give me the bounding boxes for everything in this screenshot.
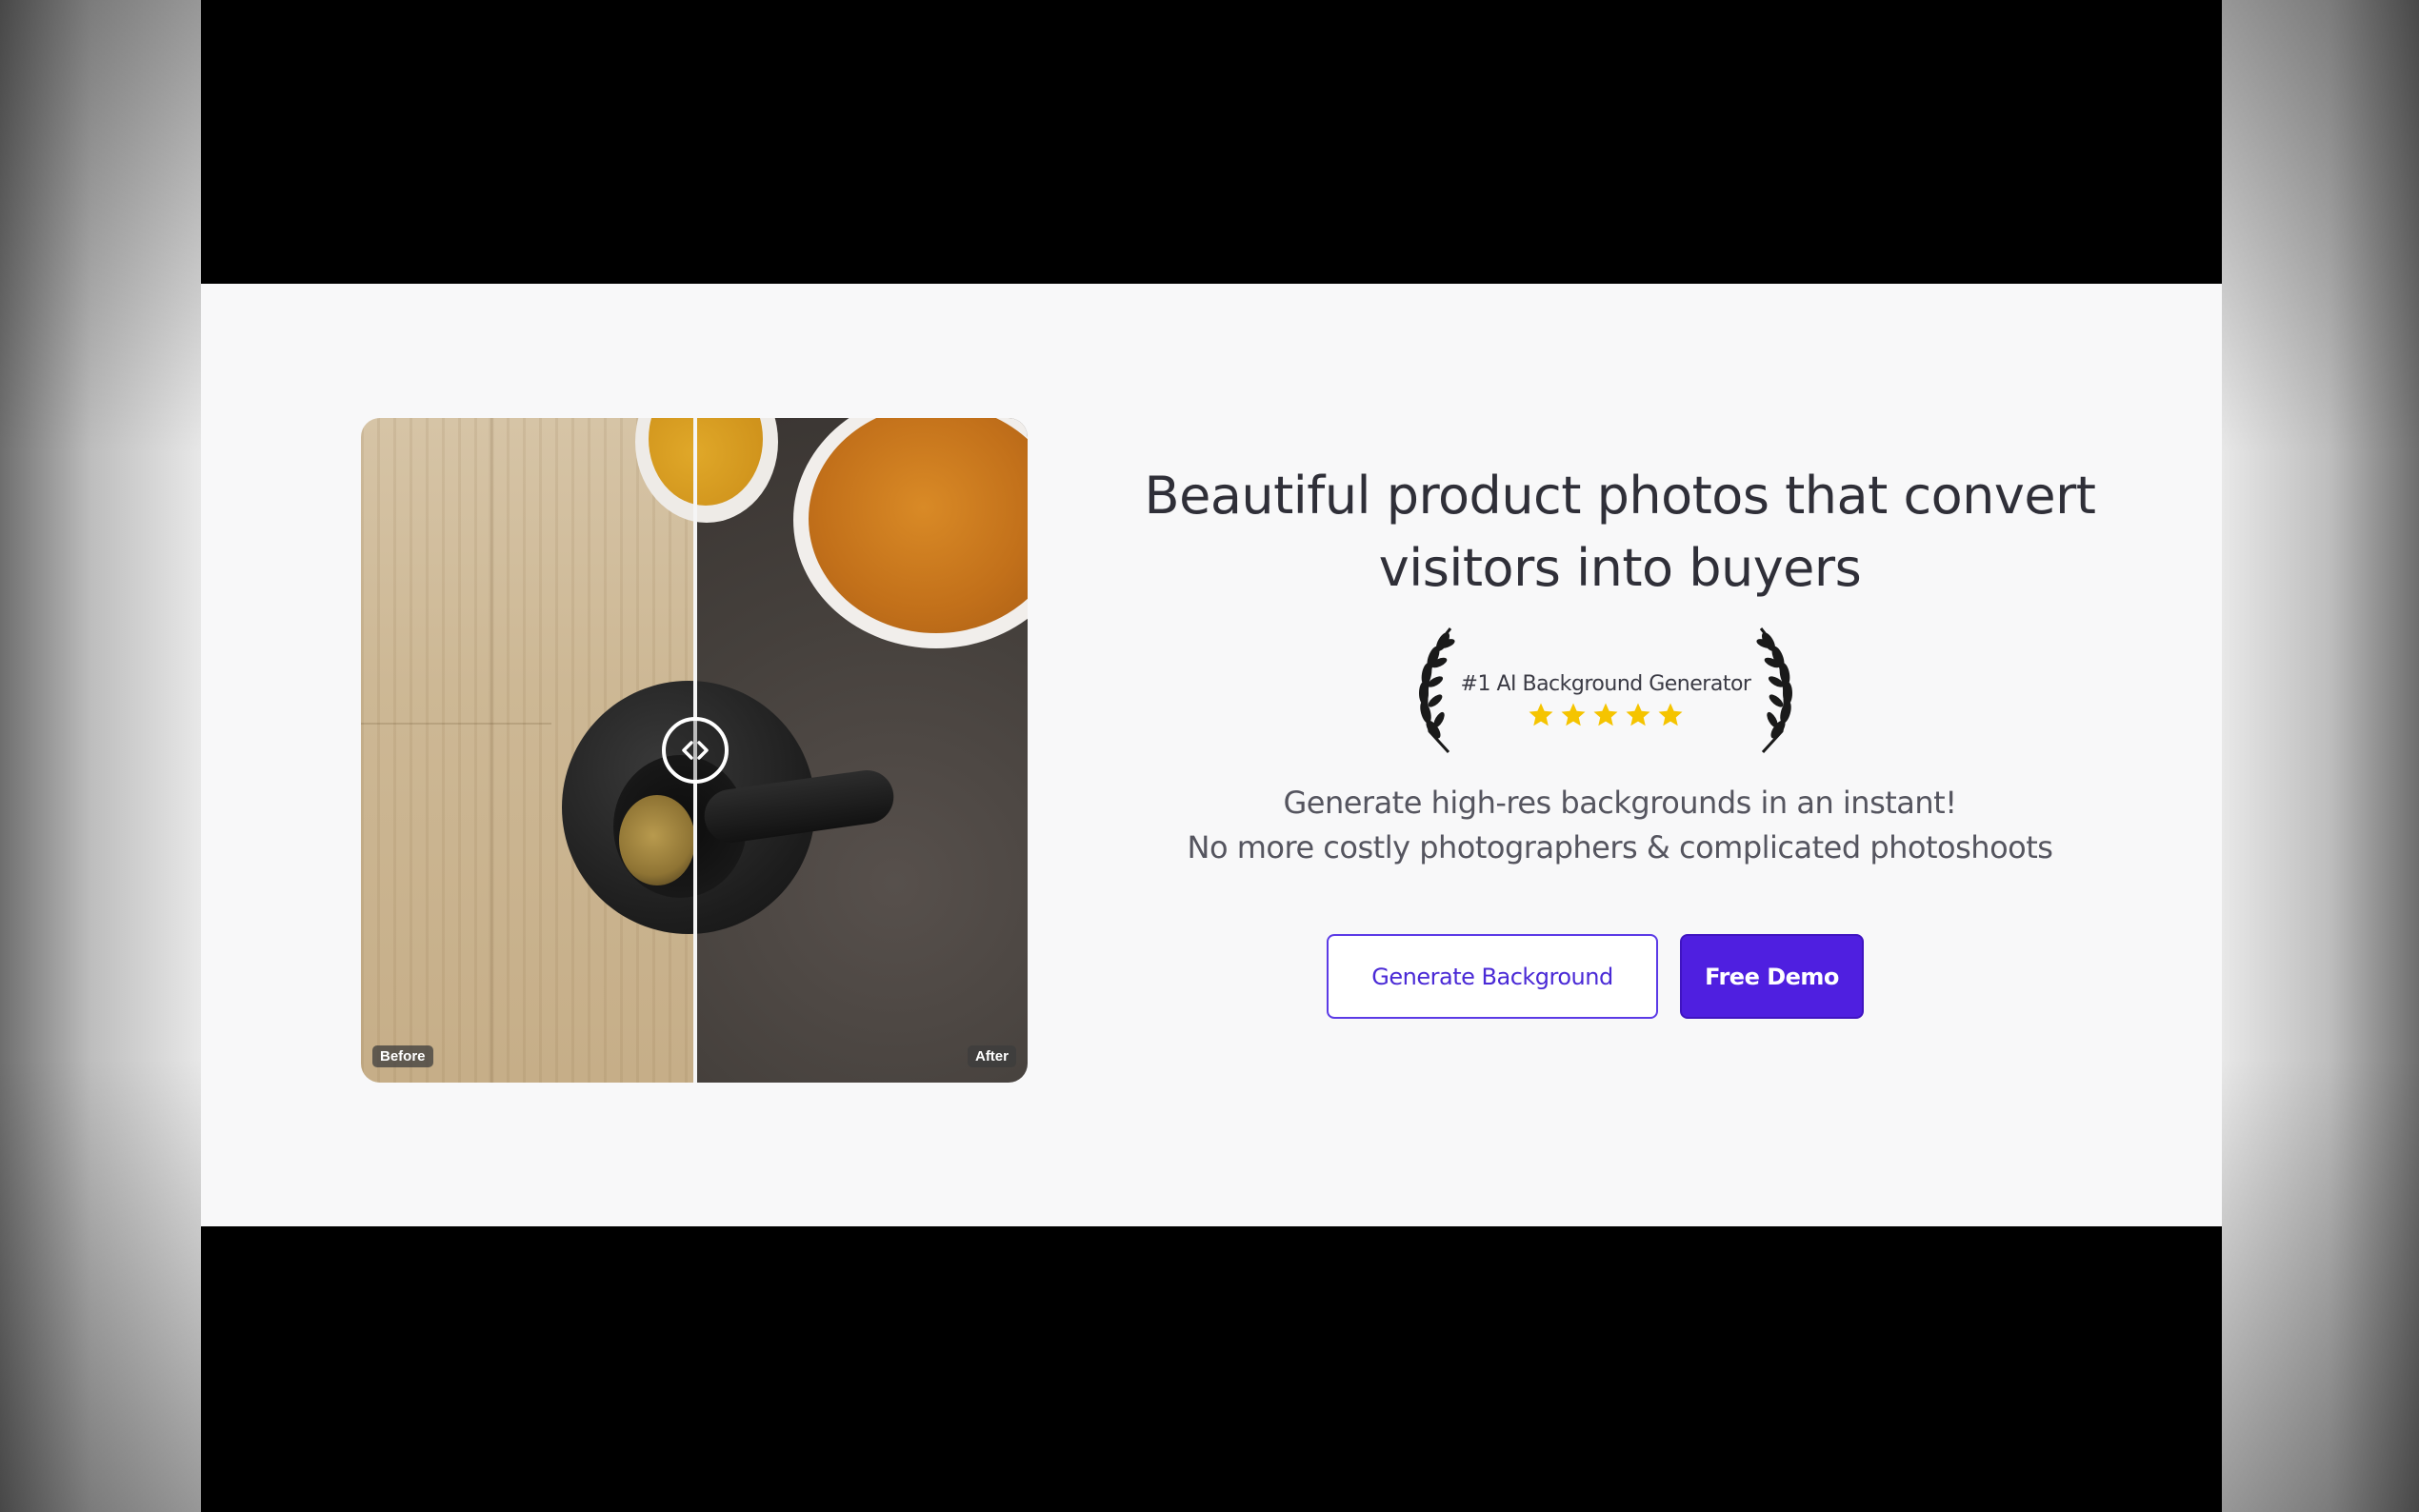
compare-arrows-icon[interactable] [662, 717, 729, 784]
star-icon [1658, 703, 1683, 726]
award-title: #1 AI Background Generator [1460, 672, 1751, 696]
laurel-wreath-icon [1419, 627, 1455, 754]
headline-line-2: visitors into buyers [1378, 538, 1862, 598]
generate-background-button[interactable]: Generate Background [1327, 934, 1658, 1019]
headline-line-1: Beautiful product photos that convert [1144, 466, 2096, 526]
award-badge: #1 AI Background Generator [1401, 623, 1810, 766]
star-icon [1626, 703, 1650, 726]
laurel-wreath-icon [1756, 627, 1792, 754]
letterbox-right [2222, 0, 2419, 1512]
star-icon [1529, 703, 1553, 726]
star-icon [1561, 703, 1586, 726]
rating-stars [1401, 701, 1810, 734]
star-icon [1593, 703, 1618, 726]
subtext-line-2: No more costly photographers & complicat… [1187, 829, 2053, 865]
subtext-line-1: Generate high-res backgrounds in an inst… [1283, 785, 1957, 821]
free-demo-button[interactable]: Free Demo [1680, 934, 1864, 1019]
hero-section: Before After Beautiful product photos th… [201, 284, 2222, 1226]
before-label: Before [372, 1045, 433, 1067]
letterbox-left [0, 0, 201, 1512]
hero-subtext: Generate high-res backgrounds in an inst… [1144, 781, 2096, 870]
after-label: After [967, 1045, 1016, 1067]
page-title: Beautiful product photos that convert vi… [1096, 460, 2144, 605]
before-after-comparison[interactable]: Before After [361, 418, 1028, 1083]
